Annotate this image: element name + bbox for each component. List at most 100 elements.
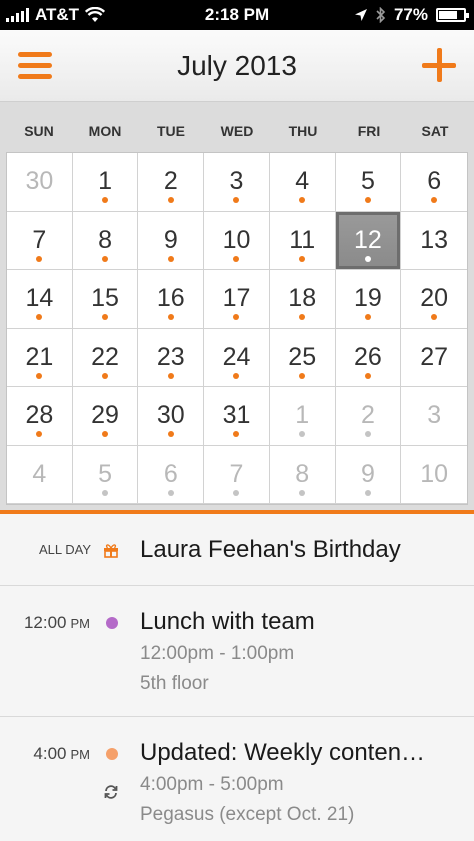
event-row-all-day[interactable]: ALL DAY Laura Feehan's Birthday <box>0 514 474 586</box>
hamburger-icon[interactable] <box>18 52 52 80</box>
event-dot <box>36 431 43 437</box>
day-number: 7 <box>32 225 47 254</box>
day-number: 18 <box>288 284 317 312</box>
day-number: 16 <box>156 284 185 312</box>
event-time-ampm: PM <box>70 747 91 762</box>
day-cell[interactable]: 17 <box>204 270 270 329</box>
event-time-value: 12:00 <box>23 613 67 632</box>
event-dot <box>431 197 438 203</box>
day-cell[interactable]: 30 <box>7 153 73 212</box>
location-arrow-icon <box>354 9 367 21</box>
day-cell[interactable]: 8 <box>269 445 336 504</box>
event-dot <box>299 489 306 496</box>
day-number: 9 <box>360 459 375 488</box>
day-cell[interactable]: 21 <box>7 328 73 387</box>
day-number: 19 <box>354 284 382 312</box>
day-cell[interactable]: 9 <box>335 445 402 504</box>
day-cell[interactable]: 30 <box>138 387 205 446</box>
day-number: 12 <box>354 225 382 254</box>
day-number: 1 <box>98 167 113 195</box>
event-dot <box>167 197 174 203</box>
battery-fill <box>439 11 458 19</box>
event-dot <box>167 489 174 496</box>
day-cell[interactable]: 22 <box>72 328 139 387</box>
day-number: 15 <box>91 284 119 312</box>
day-cell[interactable]: 1 <box>269 387 336 446</box>
event-title: Laura Feehan's Birthday <box>140 536 401 563</box>
day-cell[interactable]: 4 <box>7 445 73 504</box>
day-cell-selected[interactable]: 12 <box>335 211 402 270</box>
navigation-bar: July 2013 <box>0 30 474 102</box>
day-cell[interactable]: 6 <box>401 153 467 212</box>
day-cell[interactable]: 28 <box>7 387 73 446</box>
day-cell[interactable]: 3 <box>401 387 467 446</box>
day-cell[interactable]: 29 <box>72 387 139 446</box>
day-number: 10 <box>420 459 449 488</box>
day-cell[interactable]: 5 <box>335 153 402 212</box>
event-row-weekly[interactable]: 4:00 PM Updated: Weekly conten… 4:00pm - 5:… <box>0 717 474 841</box>
event-dot <box>233 372 240 379</box>
day-number: 24 <box>222 342 251 371</box>
day-cell[interactable]: 20 <box>401 270 467 329</box>
event-time-range: 12:00pm - 1:00pm <box>140 643 295 664</box>
day-cell[interactable]: 18 <box>269 270 336 329</box>
day-cell[interactable]: 9 <box>138 211 205 270</box>
event-time-range: 4:00pm - 5:00pm <box>140 774 284 795</box>
event-dot <box>299 197 306 203</box>
day-cell[interactable]: 5 <box>72 445 139 504</box>
day-number: 29 <box>91 401 119 429</box>
event-time-value: 4:00 <box>33 744 67 763</box>
day-number: 13 <box>420 225 449 254</box>
day-cell[interactable]: 8 <box>72 211 139 270</box>
event-dot <box>364 489 371 496</box>
day-number: 4 <box>32 459 47 488</box>
event-title: Updated: Weekly conten… <box>140 739 426 766</box>
battery-icon <box>436 8 469 22</box>
status-right: 77% <box>354 5 469 25</box>
day-cell[interactable]: 1 <box>72 153 139 212</box>
event-location: 5th floor <box>140 673 209 694</box>
day-cell[interactable]: 3 <box>204 153 270 212</box>
day-number: 1 <box>295 401 310 429</box>
calendar-color-dot <box>106 617 118 629</box>
plus-icon[interactable] <box>422 48 456 82</box>
day-cell[interactable]: 10 <box>204 211 270 270</box>
event-dot <box>431 314 438 320</box>
day-cell[interactable]: 10 <box>401 445 467 504</box>
day-cell[interactable]: 19 <box>335 270 402 329</box>
day-number: 8 <box>295 459 310 488</box>
day-number: 26 <box>354 342 382 371</box>
day-number: 10 <box>222 225 251 254</box>
month-title[interactable]: July 2013 <box>0 50 474 82</box>
day-cell[interactable]: 4 <box>269 153 336 212</box>
day-number: 22 <box>91 342 119 371</box>
day-cell[interactable]: 7 <box>7 211 73 270</box>
day-cell[interactable]: 31 <box>204 387 270 446</box>
event-dot <box>102 197 109 203</box>
day-cell[interactable]: 25 <box>269 328 336 387</box>
day-cell[interactable]: 13 <box>401 211 467 270</box>
day-cell[interactable]: 7 <box>204 445 270 504</box>
day-cell[interactable]: 2 <box>335 387 402 446</box>
event-dot <box>102 314 109 320</box>
bluetooth-icon <box>376 7 386 23</box>
day-cell[interactable]: 11 <box>269 211 336 270</box>
event-row-lunch[interactable]: 12:00 PM Lunch with team 12:00pm - 1:00pm 5t… <box>0 586 474 717</box>
day-cell[interactable]: 23 <box>138 328 205 387</box>
day-cell[interactable]: 26 <box>335 328 402 387</box>
day-number: 9 <box>163 225 178 254</box>
day-number: 30 <box>25 167 54 195</box>
day-cell[interactable]: 6 <box>138 445 205 504</box>
event-dot <box>36 255 43 262</box>
day-cell[interactable]: 24 <box>204 328 270 387</box>
weekday-label: SUN <box>24 123 54 139</box>
day-cell[interactable]: 14 <box>7 270 73 329</box>
day-cell[interactable]: 2 <box>138 153 205 212</box>
day-number: 14 <box>25 284 54 312</box>
day-cell[interactable]: 27 <box>401 328 467 387</box>
day-cell[interactable]: 16 <box>138 270 205 329</box>
weekday-label: THU <box>288 123 318 139</box>
weekday-label: SAT <box>421 123 449 139</box>
day-number: 21 <box>25 342 54 371</box>
day-cell[interactable]: 15 <box>72 270 139 329</box>
